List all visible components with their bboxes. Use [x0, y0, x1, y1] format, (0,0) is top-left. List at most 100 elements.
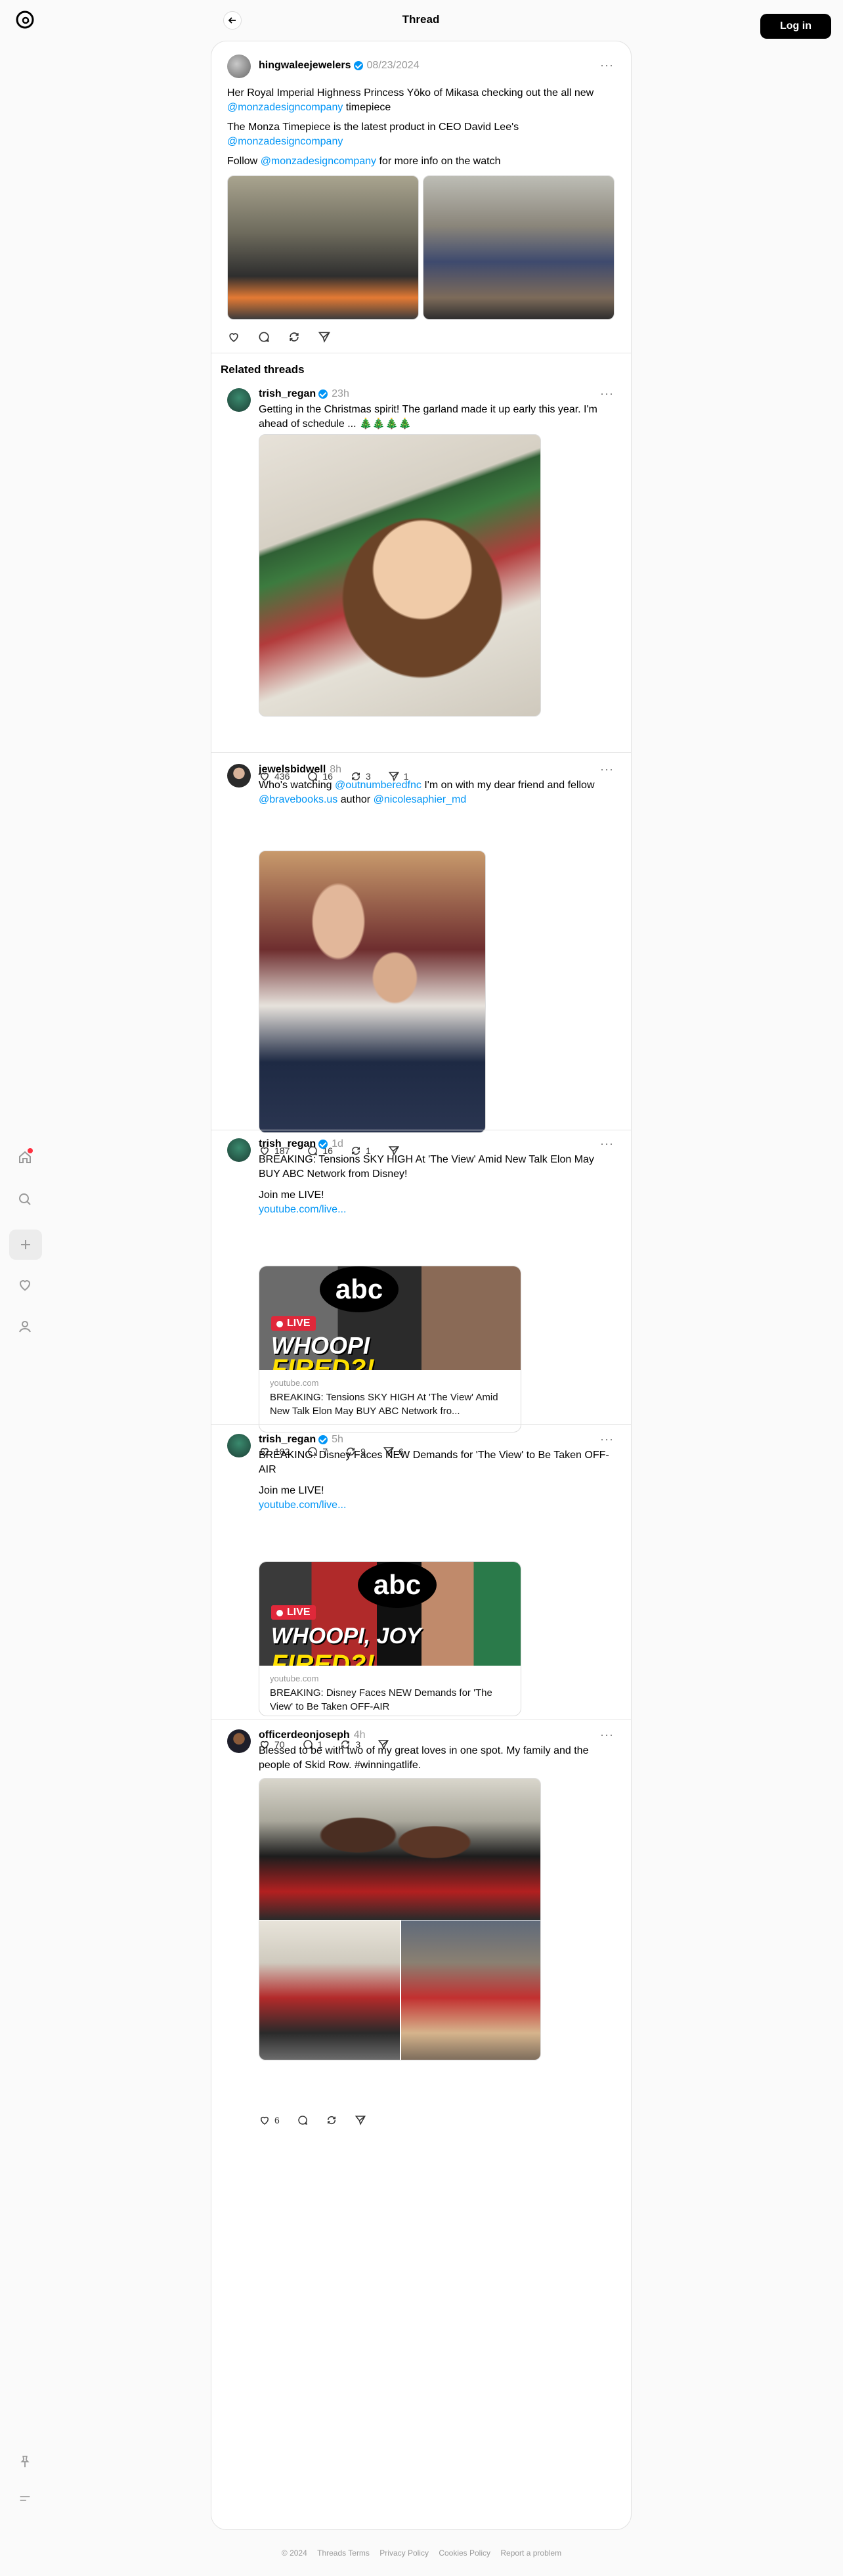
external-link[interactable]: youtube.com/live...	[259, 1203, 616, 1217]
divider	[211, 752, 631, 753]
avatar[interactable]	[227, 764, 251, 788]
mention-link[interactable]: @outnumberedfnc	[335, 780, 422, 791]
more-options-button[interactable]: ···	[600, 1728, 614, 1742]
username[interactable]: hingwaleejewelers	[259, 60, 351, 71]
mention-link[interactable]: @nicolesaphier_md	[374, 794, 467, 805]
post-header: trish_regan 23h	[259, 388, 349, 400]
comment-icon	[298, 2116, 307, 2125]
login-button[interactable]: Log in	[760, 14, 831, 39]
post-time[interactable]: 8h	[330, 764, 341, 775]
menu-icon[interactable]	[13, 2487, 37, 2510]
pin-icon[interactable]	[13, 2450, 37, 2474]
verified-badge-icon	[318, 1139, 328, 1149]
threads-logo-icon[interactable]	[12, 7, 38, 33]
post-text: Getting in the Christmas spirit! The gar…	[259, 404, 597, 430]
username[interactable]: trish_regan	[259, 1434, 316, 1445]
mention-link[interactable]: @monzadesigncompany	[261, 156, 376, 167]
repost-button[interactable]	[288, 330, 301, 344]
avatar[interactable]	[227, 1138, 251, 1162]
post-date[interactable]: 08/23/2024	[367, 60, 420, 71]
username[interactable]: officerdeonjoseph	[259, 1729, 350, 1741]
more-options-button[interactable]: ···	[600, 1137, 614, 1151]
post-image-grid[interactable]	[259, 1778, 541, 2060]
more-options-button[interactable]: ···	[600, 1432, 614, 1446]
link-preview-card[interactable]: abc LIVE WHOOPI, JOY FIRED?! youtube.com…	[259, 1561, 521, 1716]
footer-link-cookies[interactable]: Cookies Policy	[439, 2548, 490, 2558]
action-bar	[227, 330, 331, 344]
post-header: jewelsbidwell 8h	[259, 764, 341, 776]
footer-link-terms[interactable]: Threads Terms	[317, 2548, 370, 2558]
text-segment: Follow	[227, 156, 261, 167]
post-time[interactable]: 5h	[332, 1434, 343, 1445]
action-bar: 6	[259, 2114, 366, 2126]
share-button[interactable]	[318, 330, 331, 344]
reply-button[interactable]	[257, 330, 270, 344]
back-button[interactable]	[223, 11, 242, 30]
avatar[interactable]	[227, 1434, 251, 1457]
like-count: 6	[274, 2115, 280, 2125]
heart-icon[interactable]	[13, 1273, 37, 1297]
post-image[interactable]	[259, 1779, 540, 1920]
reply-button[interactable]	[297, 2114, 309, 2126]
more-options-button[interactable]: ···	[600, 387, 614, 401]
username[interactable]: trish_regan	[259, 1138, 316, 1149]
thread-header: Thread	[210, 0, 632, 39]
post-image[interactable]	[227, 175, 419, 320]
post-text: Her Royal Imperial Highness Princess Yōk…	[227, 86, 621, 169]
post-image[interactable]	[401, 1921, 540, 2060]
mention-link[interactable]: @bravebooks.us	[259, 794, 337, 805]
like-button[interactable]	[227, 330, 240, 344]
text-segment: Her Royal Imperial Highness Princess Yōk…	[227, 87, 594, 99]
mention-link[interactable]: @monzadesigncompany	[227, 136, 343, 147]
link-domain: youtube.com	[270, 1378, 319, 1388]
text-segment: timepiece	[343, 102, 391, 113]
link-info: youtube.com BREAKING: Disney Faces NEW D…	[259, 1666, 521, 1716]
more-options-button[interactable]: ···	[600, 763, 614, 776]
home-icon[interactable]	[13, 1145, 37, 1169]
post-image[interactable]	[259, 1921, 400, 2060]
post-image[interactable]	[259, 851, 486, 1133]
link-domain: youtube.com	[270, 1674, 319, 1683]
external-link[interactable]: youtube.com/live...	[259, 1498, 616, 1513]
username[interactable]: trish_regan	[259, 388, 316, 399]
search-icon[interactable]	[13, 1188, 37, 1211]
heart-icon	[260, 2116, 269, 2125]
post-image[interactable]	[423, 175, 615, 320]
footer: © 2024 Threads Terms Privacy Policy Cook…	[0, 2548, 843, 2558]
post-time[interactable]: 4h	[354, 1729, 366, 1741]
repost-icon	[290, 332, 299, 342]
text-segment: The Monza Timepiece is the latest produc…	[227, 122, 519, 133]
post-time[interactable]: 23h	[332, 388, 349, 399]
repost-icon	[327, 2116, 335, 2125]
post-image[interactable]	[259, 434, 541, 717]
link-title: BREAKING: Tensions SKY HIGH At 'The View…	[270, 1392, 498, 1417]
profile-icon[interactable]	[13, 1315, 37, 1339]
more-options-button[interactable]: ···	[600, 58, 614, 72]
thread-post: officerdeonjoseph 4h ··· Blessed to be wi…	[211, 1723, 631, 2143]
like-button[interactable]: 6	[259, 2114, 280, 2126]
repost-button[interactable]	[326, 2114, 337, 2126]
share-button[interactable]	[355, 2114, 366, 2126]
avatar[interactable]	[227, 1729, 251, 1753]
text-segment: Join me LIVE!	[259, 1485, 324, 1496]
link-thumbnail: abc LIVE WHOOPI, JOY FIRED?!	[259, 1562, 521, 1666]
avatar[interactable]	[227, 55, 251, 78]
post-text: Who's watching @outnumberedfnc I'm on wi…	[259, 778, 616, 807]
footer-link-privacy[interactable]: Privacy Policy	[379, 2548, 429, 2558]
mention-link[interactable]: @monzadesigncompany	[227, 102, 343, 113]
post-time[interactable]: 1d	[332, 1138, 343, 1149]
live-badge: LIVE	[271, 1316, 316, 1331]
related-threads-title: Related threads	[221, 363, 305, 376]
thread-card: hingwaleejewelers 08/23/2024 ··· Her Roya…	[211, 41, 632, 2530]
thread-post: trish_regan 1d ··· BREAKING: Tensions SKY…	[211, 1132, 631, 1460]
verified-badge-icon	[318, 389, 328, 399]
username[interactable]: jewelsbidwell	[259, 764, 326, 775]
verified-badge-icon	[318, 1434, 328, 1444]
footer-link-report[interactable]: Report a problem	[500, 2548, 561, 2558]
avatar[interactable]	[227, 388, 251, 412]
link-preview-card[interactable]: abc LIVE WHOOPI FIRED?! youtube.com BREA…	[259, 1266, 521, 1432]
live-badge: LIVE	[271, 1605, 316, 1620]
create-icon[interactable]	[9, 1230, 42, 1260]
thread-post: jewelsbidwell 8h ··· Who's watching @outn…	[211, 757, 631, 1156]
post-text: BREAKING: Tensions SKY HIGH At 'The View…	[259, 1153, 616, 1217]
